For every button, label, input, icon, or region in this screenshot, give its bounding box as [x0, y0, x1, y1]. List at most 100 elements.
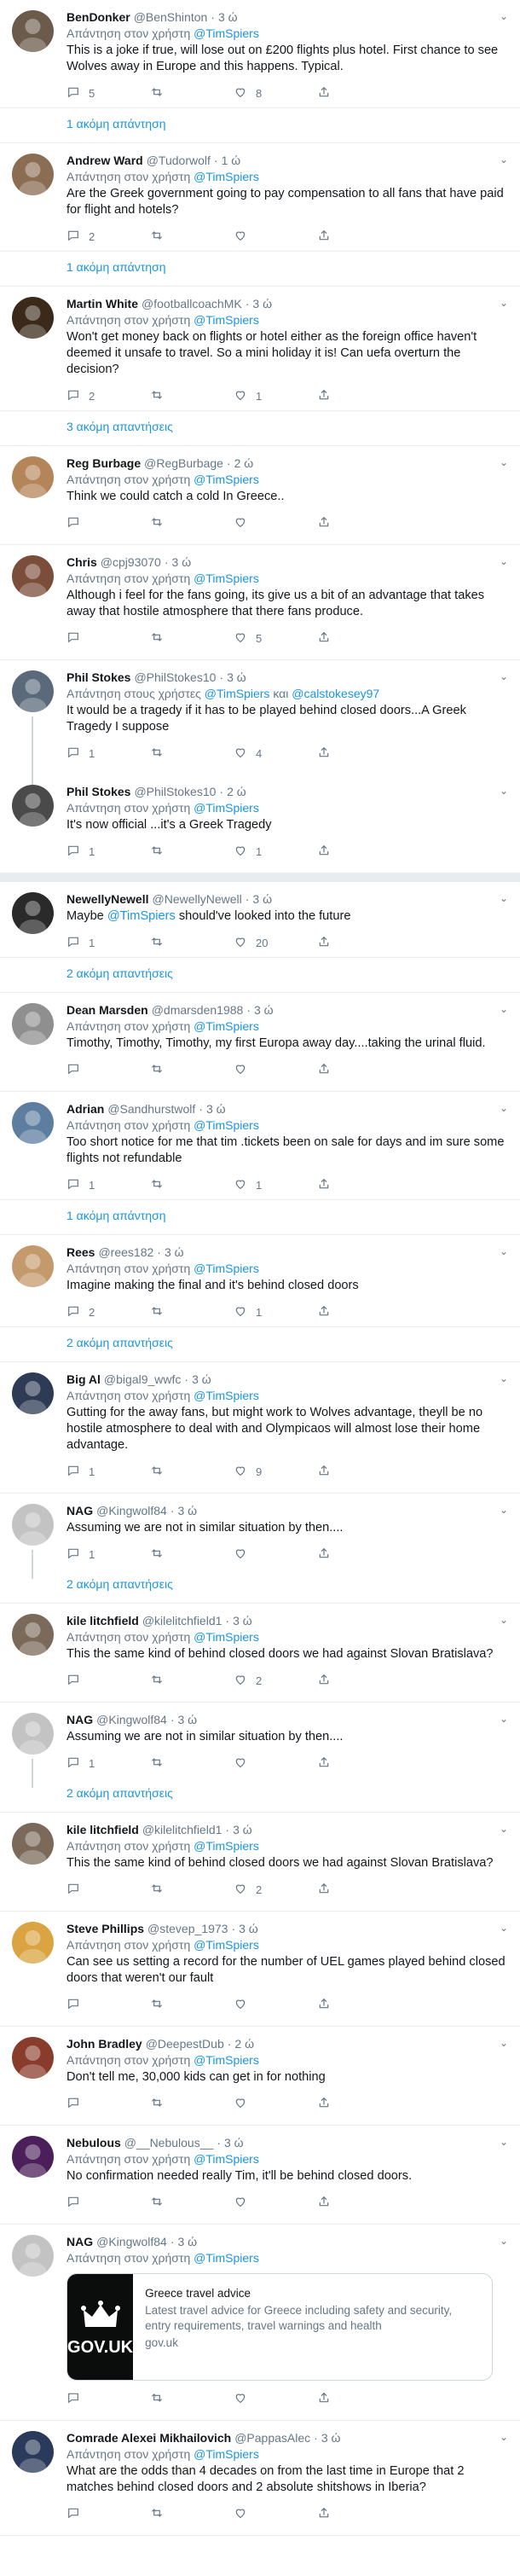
- author-name[interactable]: NAG: [66, 1711, 93, 1728]
- tweet[interactable]: Big Al @bigal9_wwfc · 3 ώ ⌄ Απάντηση στον χρή…: [0, 1362, 520, 1494]
- avatar[interactable]: [12, 555, 54, 597]
- avatar[interactable]: [12, 1713, 54, 1755]
- avatar[interactable]: [12, 2136, 54, 2178]
- reply-to-mention[interactable]: @TimSpiers: [194, 1019, 259, 1033]
- retweet-button[interactable]: [150, 935, 234, 951]
- reply-button[interactable]: [66, 2195, 150, 2211]
- reply-button[interactable]: [66, 1997, 150, 2013]
- retweet-button[interactable]: [150, 1882, 234, 1898]
- author-name[interactable]: Steve Phillips: [66, 1920, 144, 1937]
- tweet[interactable]: Steve Phillips @stevep_1973 · 3 ώ ⌄ Απάντηση …: [0, 1912, 520, 2027]
- like-button[interactable]: 2: [234, 1882, 317, 1898]
- like-button[interactable]: [234, 2096, 317, 2112]
- author-name[interactable]: NAG: [66, 2233, 93, 2250]
- tweet[interactable]: NAG @Kingwolf84 · 3 ώ ⌄ Assuming we are not i…: [0, 1703, 520, 1788]
- chevron-down-icon[interactable]: ⌄: [500, 1504, 508, 1516]
- show-more-replies-link[interactable]: 2 ακόμη απαντήσεις: [0, 1327, 520, 1362]
- author-name[interactable]: Adrian: [66, 1100, 104, 1117]
- author-name[interactable]: Dean Marsden: [66, 1001, 148, 1018]
- author-handle[interactable]: @__Nebulous__: [124, 2134, 214, 2151]
- retweet-button[interactable]: [150, 2391, 234, 2407]
- author-handle[interactable]: @stevep_1973: [147, 1920, 228, 1937]
- retweet-button[interactable]: [150, 1755, 234, 1772]
- reply-to-mention[interactable]: @TimSpiers: [194, 2053, 259, 2067]
- author-name[interactable]: Phil Stokes: [66, 783, 130, 800]
- share-button[interactable]: [317, 1882, 331, 1898]
- share-button[interactable]: [317, 1673, 331, 1689]
- share-button[interactable]: [317, 1304, 331, 1320]
- reply-button[interactable]: 1: [66, 844, 150, 860]
- like-button[interactable]: [234, 229, 317, 245]
- author-handle[interactable]: @NewellyNewell: [153, 891, 242, 908]
- avatar[interactable]: [12, 1102, 54, 1144]
- tweet[interactable]: BenDonker @BenShinton · 3 ώ ⌄ Απάντηση στον χ…: [0, 0, 520, 108]
- avatar[interactable]: [12, 670, 54, 712]
- tweet[interactable]: Adrian @Sandhurstwolf · 3 ώ ⌄ Απάντηση στον χ…: [0, 1092, 520, 1200]
- reply-to-mention[interactable]: @TimSpiers: [194, 2152, 259, 2166]
- timestamp[interactable]: 3 ώ: [165, 1244, 184, 1261]
- reply-button[interactable]: [66, 2096, 150, 2112]
- author-handle[interactable]: @PappasAlec: [234, 2429, 310, 2446]
- chevron-down-icon[interactable]: ⌄: [500, 1003, 508, 1015]
- author-name[interactable]: BenDonker: [66, 9, 130, 26]
- author-name[interactable]: Comrade Alexei Mikhailovich: [66, 2429, 231, 2446]
- chevron-down-icon[interactable]: ⌄: [500, 1102, 508, 1114]
- share-button[interactable]: [317, 935, 331, 951]
- like-button[interactable]: [234, 515, 317, 531]
- timestamp[interactable]: 3 ώ: [239, 1920, 258, 1937]
- author-handle[interactable]: @BenShinton: [134, 9, 208, 26]
- tweet[interactable]: Nebulous @__Nebulous__ · 3 ώ ⌄ Απάντηση στον …: [0, 2126, 520, 2225]
- reply-button[interactable]: [66, 1882, 150, 1898]
- timestamp[interactable]: 3 ώ: [172, 554, 192, 571]
- tweet[interactable]: NewellyNewell @NewellyNewell · 3 ώ ⌄ Maybe @T…: [0, 882, 520, 958]
- retweet-button[interactable]: [150, 1546, 234, 1563]
- timestamp[interactable]: 3 ώ: [224, 2134, 244, 2151]
- author-handle[interactable]: @Kingwolf84: [96, 1711, 167, 1728]
- share-button[interactable]: [317, 388, 331, 404]
- tweet[interactable]: Phil Stokes @PhilStokes10 · 2 ώ ⌄ Απάντηση στ…: [0, 775, 520, 873]
- chevron-down-icon[interactable]: ⌄: [500, 2235, 508, 2247]
- chevron-down-icon[interactable]: ⌄: [500, 670, 508, 682]
- chevron-down-icon[interactable]: ⌄: [500, 1823, 508, 1835]
- timestamp[interactable]: 3 ώ: [227, 669, 246, 686]
- reply-to-mention[interactable]: @TimSpiers: [194, 1938, 259, 1952]
- like-button[interactable]: [234, 1546, 317, 1563]
- reply-to-mention[interactable]: @TimSpiers: [194, 1389, 259, 1402]
- tweet[interactable]: Reg Burbage @RegBurbage · 2 ώ ⌄ Απάντηση στον…: [0, 446, 520, 545]
- avatar[interactable]: [12, 297, 54, 339]
- retweet-button[interactable]: [150, 1673, 234, 1689]
- tweet[interactable]: kile litchfield @kilelitchfield1 · 3 ώ ⌄ Απάν…: [0, 1813, 520, 1912]
- show-more-replies-link[interactable]: 3 ακόμη απαντήσεις: [0, 411, 520, 446]
- author-name[interactable]: Andrew Ward: [66, 152, 143, 169]
- author-handle[interactable]: @rees182: [98, 1244, 153, 1261]
- author-handle[interactable]: @Tudorwolf: [147, 152, 211, 169]
- timestamp[interactable]: 3 ώ: [321, 2429, 341, 2446]
- reply-button[interactable]: 1: [66, 746, 150, 762]
- timestamp[interactable]: 3 ώ: [206, 1100, 226, 1117]
- tweet[interactable]: John Bradley @DeepestDub · 2 ώ ⌄ Απάντηση στο…: [0, 2027, 520, 2126]
- avatar[interactable]: [12, 1245, 54, 1287]
- author-name[interactable]: kile litchfield: [66, 1612, 139, 1629]
- retweet-button[interactable]: [150, 1464, 234, 1480]
- author-name[interactable]: NewellyNewell: [66, 891, 149, 908]
- author-handle[interactable]: @cpj93070: [101, 554, 161, 571]
- author-name[interactable]: NAG: [66, 1502, 93, 1519]
- author-name[interactable]: Big Al: [66, 1371, 101, 1388]
- reply-to-mention[interactable]: @TimSpiers: [194, 1630, 259, 1644]
- timestamp[interactable]: 1 ώ: [222, 152, 241, 169]
- author-handle[interactable]: @footballcoachMK: [142, 295, 242, 312]
- timestamp[interactable]: 3 ώ: [218, 9, 238, 26]
- timestamp[interactable]: 3 ώ: [252, 295, 272, 312]
- show-more-replies-link[interactable]: 2 ακόμη απαντήσεις: [0, 1569, 520, 1604]
- retweet-button[interactable]: [150, 746, 234, 762]
- show-more-replies-link[interactable]: 2 ακόμη απαντήσεις: [0, 958, 520, 993]
- share-button[interactable]: [317, 1755, 331, 1772]
- timestamp[interactable]: 3 ώ: [178, 1502, 198, 1519]
- share-button[interactable]: [317, 1546, 331, 1563]
- like-button[interactable]: 1: [234, 844, 317, 860]
- avatar[interactable]: [12, 892, 54, 934]
- like-button[interactable]: [234, 2195, 317, 2211]
- author-name[interactable]: John Bradley: [66, 2035, 142, 2052]
- reply-button[interactable]: [66, 630, 150, 647]
- reply-button[interactable]: [66, 2506, 150, 2522]
